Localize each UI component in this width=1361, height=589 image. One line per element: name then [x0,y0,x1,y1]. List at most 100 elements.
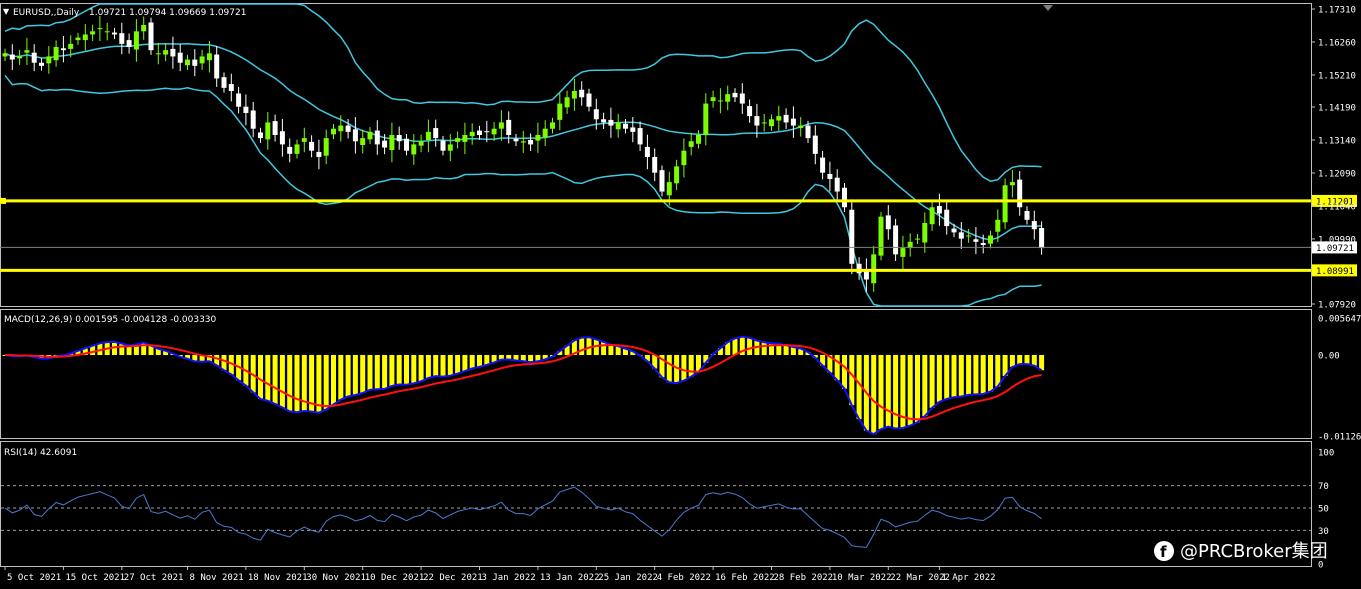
macd-histogram-bar [265,355,271,401]
candle [192,49,198,77]
candle [90,24,96,42]
candle [652,148,658,182]
candle [739,83,745,114]
price-axis-label: 1.07920 [1318,301,1356,311]
level-price-label: 1.08991 [1316,267,1354,277]
macd-histogram-bar [477,355,482,367]
candle [1009,169,1015,198]
macd-histogram-bar [783,345,789,355]
date-axis: 5 Oct 2021 15 Oct 202127 Oct 2021 8 Nov 20… [4,566,996,583]
macd-histogram-bar [411,355,417,384]
candle [520,130,526,153]
macd-histogram-bar [579,337,585,355]
macd-axis-label: 0.005647 [1318,315,1361,325]
bollinger-bands [4,3,1042,307]
candle [82,24,88,51]
ohlc-readout: 1.09721 1.09794 1.09669 1.09721 [89,8,246,18]
candle [404,134,409,156]
price-axis-label: 1.13140 [1318,137,1356,147]
candle [31,44,37,72]
candle [148,17,154,55]
candle [323,129,329,165]
candle [112,27,117,40]
candle [316,139,322,170]
price-axis-label: 1.15210 [1318,71,1356,81]
macd-histogram-bar [1024,355,1030,365]
candle [761,113,767,132]
main-panel-frame [0,3,1312,307]
macd-histogram-bar [287,355,293,412]
macd-histogram-bar [995,355,1001,387]
candle [236,86,242,114]
macd-histogram-bar [272,355,278,404]
price-axis-label: 1.11040 [1318,202,1356,212]
macd-histogram-bar [279,355,285,408]
date-axis-label: 13 Jan 2022 [540,573,600,583]
candle [17,49,23,65]
level-handle[interactable] [0,197,6,204]
candle [827,161,833,192]
trading-chart[interactable]: 1.112011.089911.09721 0.005647 0.00 -0.011… [0,0,1361,589]
macd-histogram-bar [988,355,993,392]
horizontal-levels[interactable]: 1.112011.089911.09721 [0,194,1357,277]
candle [199,49,205,70]
candle [900,235,906,270]
chart-dropdown-icon[interactable]: ▼ [3,7,10,16]
candle [279,118,285,157]
macd-histogram-bar [761,342,767,355]
candle [331,123,336,140]
candle [783,108,789,130]
candle [309,135,315,158]
date-axis-label: 22 Dec 2021 [423,573,483,583]
candle [141,16,147,40]
chart-shift-marker-icon[interactable] [1043,5,1053,11]
symbol-label: EURUSD,,Daily [13,8,80,18]
candle [447,134,453,162]
candle [834,169,840,201]
candle [564,90,570,114]
candle [535,122,541,153]
macd-histogram-bar [367,355,373,390]
rsi-axis-label: 100 [1318,449,1334,459]
macd-histogram-bar [834,355,840,381]
candle [265,112,271,150]
macd-histogram-bar [951,355,957,398]
candle [608,107,614,138]
macd-histogram-bar [1017,355,1023,365]
candle [747,99,753,123]
macd-axis-label: 0.00 [1318,352,1340,362]
candle [696,130,701,149]
macd-histogram-bar [440,355,446,377]
watermark: f @PRCBroker集团 [1154,541,1328,562]
macd-histogram-bar [966,355,972,395]
candle [769,114,774,131]
rsi-line [4,486,1042,548]
candle [75,32,81,45]
candle [2,48,8,62]
macd-histogram-bar [338,355,344,400]
candle [849,199,855,275]
candle [374,120,380,155]
candle [988,230,993,249]
candle [936,193,942,226]
candle [250,101,256,138]
candle [221,72,227,93]
candle [433,119,439,147]
candlesticks [2,15,1045,292]
macd-histogram-bar [425,355,431,378]
candle [922,212,928,253]
candle [878,211,884,261]
candle [418,134,424,153]
date-axis-label: 25 Jan 2022 [598,573,658,583]
macd-histogram-bar [871,355,877,435]
candle [60,36,66,63]
candle [601,112,607,130]
candle [177,44,183,72]
date-axis-label: 28 Feb 2022 [774,573,834,583]
candle [681,138,687,178]
candle [170,36,176,69]
macd-histogram-bar [936,355,942,402]
macd-histogram-bar [842,355,847,389]
candle [301,127,307,153]
candle [542,120,548,146]
